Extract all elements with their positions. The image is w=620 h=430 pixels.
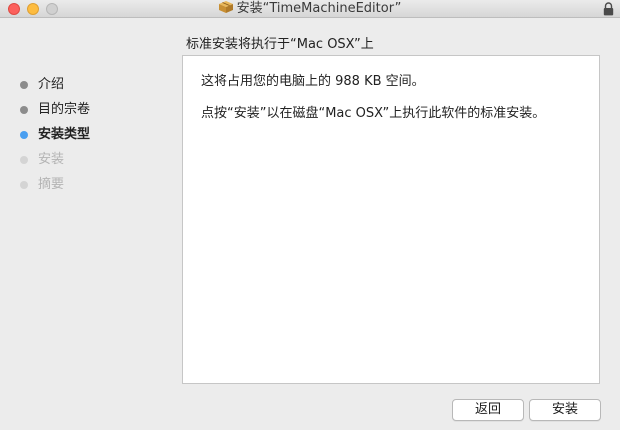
disk-space-text: 这将占用您的电脑上的 988 KB 空间。 [201, 74, 425, 89]
step-install: 安装 [18, 151, 168, 176]
installer-steps-sidebar: 介绍 目的宗卷 安装类型 安装 摘要 [18, 76, 168, 201]
back-button[interactable]: 返回 [452, 399, 524, 421]
lock-icon[interactable] [603, 2, 614, 16]
step-label: 介绍 [38, 77, 65, 92]
step-label: 安装 [38, 152, 65, 167]
window-title-area: 安装“TimeMachineEditor” [0, 1, 620, 17]
step-indicator-dot [20, 181, 28, 189]
page-heading: 标准安装将执行于“Mac OSX”上 [186, 37, 374, 52]
installer-window: 安装“TimeMachineEditor” 标准安装将执行于“Mac OSX”上… [0, 0, 620, 430]
step-introduction: 介绍 [18, 76, 168, 101]
step-indicator-dot [20, 81, 28, 89]
step-indicator-dot [20, 156, 28, 164]
content-panel: 这将占用您的电脑上的 988 KB 空间。 点按“安装”以在磁盘“Mac OSX… [182, 55, 600, 384]
step-indicator-dot [20, 131, 28, 139]
install-instruction-text: 点按“安装”以在磁盘“Mac OSX”上执行此软件的标准安装。 [201, 106, 546, 121]
window-title: 安装“TimeMachineEditor” [236, 1, 402, 16]
step-indicator-dot [20, 106, 28, 114]
step-label: 摘要 [38, 177, 65, 192]
step-label: 目的宗卷 [38, 102, 91, 117]
step-summary: 摘要 [18, 176, 168, 201]
step-destination-volume: 目的宗卷 [18, 101, 168, 126]
title-bar[interactable]: 安装“TimeMachineEditor” [0, 0, 620, 18]
install-button[interactable]: 安装 [529, 399, 601, 421]
step-label: 安装类型 [38, 127, 91, 142]
step-installation-type: 安装类型 [18, 126, 168, 151]
package-icon [218, 1, 233, 13]
